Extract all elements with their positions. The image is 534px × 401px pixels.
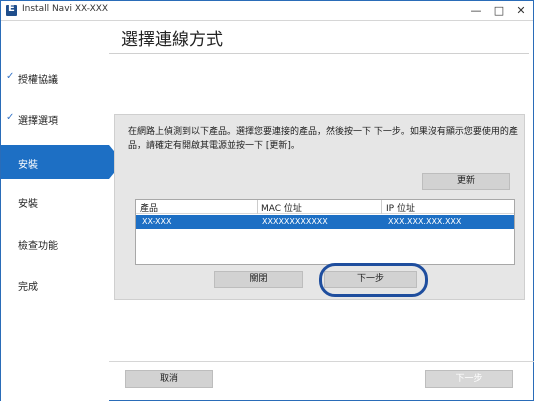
step-install: 安裝 <box>1 184 109 218</box>
step-label: 安裝 <box>18 199 38 210</box>
close-icon[interactable]: ✕ <box>512 3 530 19</box>
cell-product: XX-XXX <box>142 217 172 226</box>
step-finish: 完成 <box>1 267 109 301</box>
footer-divider <box>109 361 534 362</box>
column-divider <box>381 200 382 214</box>
step-install-active: 安裝 <box>1 145 123 179</box>
step-label: 檢查功能 <box>18 241 58 252</box>
step-check-functions: 檢查功能 <box>1 226 109 260</box>
column-header-product[interactable]: 產品 <box>140 201 158 214</box>
step-label: 授權協議 <box>18 75 58 86</box>
checkmark-icon: ✓ <box>6 112 15 123</box>
instruction-message: 在網路上偵測到以下產品。選擇您要連接的產品，然後按一下 下一步。如果沒有顯示您要… <box>128 127 518 151</box>
cancel-button[interactable]: 取消 <box>125 370 213 388</box>
table-header: 產品 MAC 位址 IP 位址 <box>136 200 514 214</box>
step-license-agreement: ✓ 授權協議 <box>1 60 109 94</box>
window-title: Install Navi XX-XXX <box>22 4 109 14</box>
footer-next-button-disabled[interactable]: 下一步 <box>425 370 513 388</box>
header-divider <box>109 53 529 54</box>
step-label: 安裝 <box>18 160 38 171</box>
product-table: 產品 MAC 位址 IP 位址 XX-XXX XXXXXXXXXXXX XXX.… <box>135 199 515 265</box>
table-row-selected[interactable]: XX-XXX XXXXXXXXXXXX XXX.XXX.XXX.XXX <box>136 215 514 229</box>
app-icon <box>6 3 17 16</box>
minimize-icon[interactable]: — <box>467 3 485 19</box>
column-divider <box>257 200 258 214</box>
checkmark-icon: ✓ <box>6 71 15 82</box>
column-header-mac[interactable]: MAC 位址 <box>261 201 302 214</box>
next-button-highlight <box>319 263 428 297</box>
close-button[interactable]: 關閉 <box>214 271 303 288</box>
title-bar: Install Navi XX-XXX — □ ✕ <box>1 1 533 21</box>
step-sidebar: ✓ 授權協議 ✓ 選擇選項 安裝 安裝 檢查功能 完成 <box>1 21 123 401</box>
column-header-ip[interactable]: IP 位址 <box>386 201 415 214</box>
refresh-button[interactable]: 更新 <box>422 173 510 190</box>
step-label: 選擇選項 <box>18 116 58 127</box>
cell-ip: XXX.XXX.XXX.XXX <box>388 217 462 226</box>
cell-mac: XXXXXXXXXXXX <box>262 217 328 226</box>
step-select-options: ✓ 選擇選項 <box>1 101 109 135</box>
maximize-icon[interactable]: □ <box>490 3 508 19</box>
step-label: 完成 <box>18 282 38 293</box>
installer-window: Install Navi XX-XXX — □ ✕ ✓ 授權協議 ✓ 選擇選項 … <box>0 0 534 401</box>
page-title: 選擇連線方式 <box>121 30 223 50</box>
